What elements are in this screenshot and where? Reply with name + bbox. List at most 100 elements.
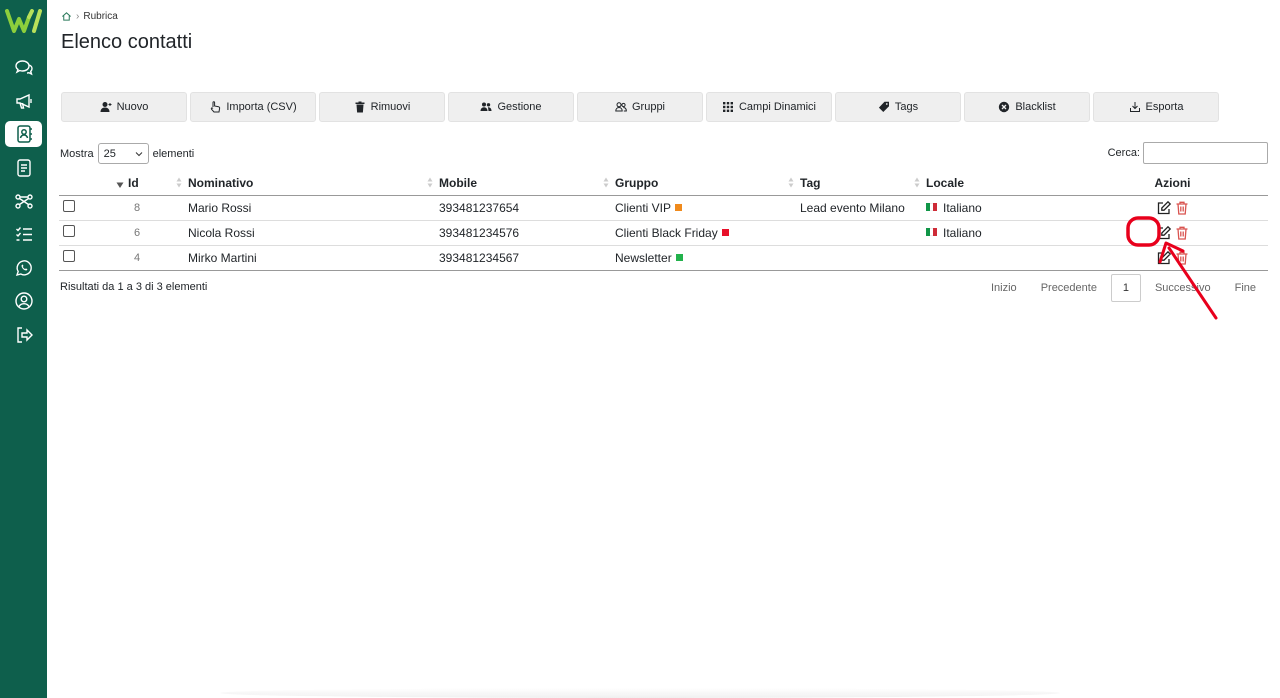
gruppo-cell: Clienti Black Friday <box>615 220 800 246</box>
group-color-square <box>675 253 683 261</box>
nav-automations[interactable] <box>5 188 42 214</box>
edit-icon[interactable] <box>1156 225 1172 241</box>
nominativo-cell: Mirko Martini <box>188 245 439 271</box>
sort-icon <box>176 177 182 188</box>
row-spacer-cell <box>87 245 128 271</box>
toolbar: Nuovo Importa (CSV) Rimuovi Gestione Gru… <box>61 92 1219 122</box>
nav-chat[interactable] <box>5 54 42 80</box>
logout-icon <box>16 327 33 343</box>
tags-button[interactable]: Tags <box>835 92 961 122</box>
id-value: 6 <box>134 226 141 239</box>
row-actions <box>1077 225 1268 241</box>
nuovo-label: Nuovo <box>116 101 149 113</box>
nav-contacts[interactable] <box>5 121 42 147</box>
download-icon <box>1129 102 1140 112</box>
importa-button[interactable]: Importa (CSV) <box>190 92 316 122</box>
pager-next[interactable]: Successivo <box>1143 274 1223 302</box>
tag-cell <box>800 220 926 246</box>
edit-icon[interactable] <box>1156 200 1172 216</box>
pager-first[interactable]: Inizio <box>979 274 1029 302</box>
nav-logout[interactable] <box>5 322 42 348</box>
trash-icon[interactable] <box>1174 200 1190 216</box>
row-checkbox[interactable] <box>63 225 75 237</box>
header-id[interactable]: Id <box>128 171 188 196</box>
esporta-button[interactable]: Esporta <box>1093 92 1219 122</box>
rimuovi-label: Rimuovi <box>370 101 411 113</box>
gruppo-label: Clienti Black Friday <box>615 225 718 240</box>
address-book-icon <box>16 125 32 143</box>
document-icon <box>16 159 31 177</box>
header-locale[interactable]: Locale <box>926 171 1077 196</box>
header-select <box>59 171 87 196</box>
home-icon[interactable] <box>61 11 72 22</box>
rimuovi-button[interactable]: Rimuovi <box>319 92 445 122</box>
page-length-select[interactable]: 25 <box>97 143 149 164</box>
search-input[interactable] <box>1143 142 1268 164</box>
id-cell: 6 <box>128 220 188 246</box>
blacklist-button[interactable]: Blacklist <box>964 92 1090 122</box>
trash-icon[interactable] <box>1174 250 1190 266</box>
pager-prev[interactable]: Precedente <box>1029 274 1109 302</box>
sort-icon <box>914 177 920 188</box>
header-nominativo[interactable]: Nominativo <box>188 171 439 196</box>
header-sort-toggle[interactable] <box>87 171 128 196</box>
row-spacer-cell <box>87 195 128 221</box>
gruppi-label: Gruppi <box>631 101 666 113</box>
header-tag-label: Tag <box>800 175 821 190</box>
breadcrumb-separator: › <box>76 11 80 22</box>
locale-label: Italiano <box>943 200 982 215</box>
nav-templates[interactable] <box>5 155 42 181</box>
pager-last[interactable]: Fine <box>1223 274 1268 302</box>
mobile-cell: 393481234567 <box>439 245 615 271</box>
campi-dinamici-button[interactable]: Campi Dinamici <box>706 92 832 122</box>
nav-lists[interactable] <box>5 221 42 247</box>
row-select-cell <box>59 195 87 221</box>
table-row: 4 Mirko Martini 393481234567 Newsletter <box>59 245 1268 271</box>
page-length-control: Mostra 25 elementi <box>60 143 194 164</box>
edit-icon[interactable] <box>1156 250 1172 266</box>
sort-icon <box>788 177 794 188</box>
gruppo-cell: Clienti VIP <box>615 195 800 221</box>
header-locale-label: Locale <box>926 175 965 190</box>
hand-pointer-icon <box>211 101 221 113</box>
nav-campaigns[interactable] <box>5 88 42 114</box>
sort-desc-icon <box>116 182 124 188</box>
id-cell: 4 <box>128 245 188 271</box>
actions-cell <box>1077 195 1268 221</box>
header-tag[interactable]: Tag <box>800 171 926 196</box>
app-logo[interactable] <box>5 9 42 33</box>
row-checkbox[interactable] <box>63 250 75 262</box>
gruppi-button[interactable]: Gruppi <box>577 92 703 122</box>
checklist-icon <box>15 227 32 241</box>
nav-account[interactable] <box>5 288 42 314</box>
nav-whatsapp[interactable] <box>5 255 42 281</box>
locale-cell: Italiano <box>926 195 1077 221</box>
row-select-cell <box>59 220 87 246</box>
length-prefix: Mostra <box>60 147 94 160</box>
gestione-button[interactable]: Gestione <box>448 92 574 122</box>
row-checkbox[interactable] <box>63 200 75 212</box>
header-gruppo[interactable]: Gruppo <box>615 171 800 196</box>
header-mobile[interactable]: Mobile <box>439 171 615 196</box>
megaphone-icon <box>15 93 32 109</box>
breadcrumb-current: Rubrica <box>83 11 118 22</box>
nuovo-button[interactable]: Nuovo <box>61 92 187 122</box>
header-gruppo-label: Gruppo <box>615 175 659 190</box>
trash-icon[interactable] <box>1174 225 1190 241</box>
sort-icon <box>603 177 609 188</box>
tag-cell: Lead evento Milano <box>800 195 926 221</box>
id-cell: 8 <box>128 195 188 221</box>
gruppo-cell: Newsletter <box>615 245 800 271</box>
users-icon <box>480 102 492 111</box>
gruppo-label: Clienti VIP <box>615 200 672 215</box>
page-length-value: 25 <box>103 147 116 160</box>
sidebar <box>0 0 47 698</box>
trash-icon <box>355 101 365 113</box>
table-info: Risultati da 1 a 3 di 3 elementi <box>60 281 208 293</box>
tag-icon <box>878 101 889 112</box>
row-actions <box>1077 250 1268 266</box>
search-label: Cerca: <box>1107 147 1140 159</box>
contacts-table: Id Nominativo Mobile Gruppo Tag Locale A… <box>59 171 1268 271</box>
row-spacer-cell <box>87 220 128 246</box>
pager-current[interactable]: 1 <box>1110 274 1141 302</box>
